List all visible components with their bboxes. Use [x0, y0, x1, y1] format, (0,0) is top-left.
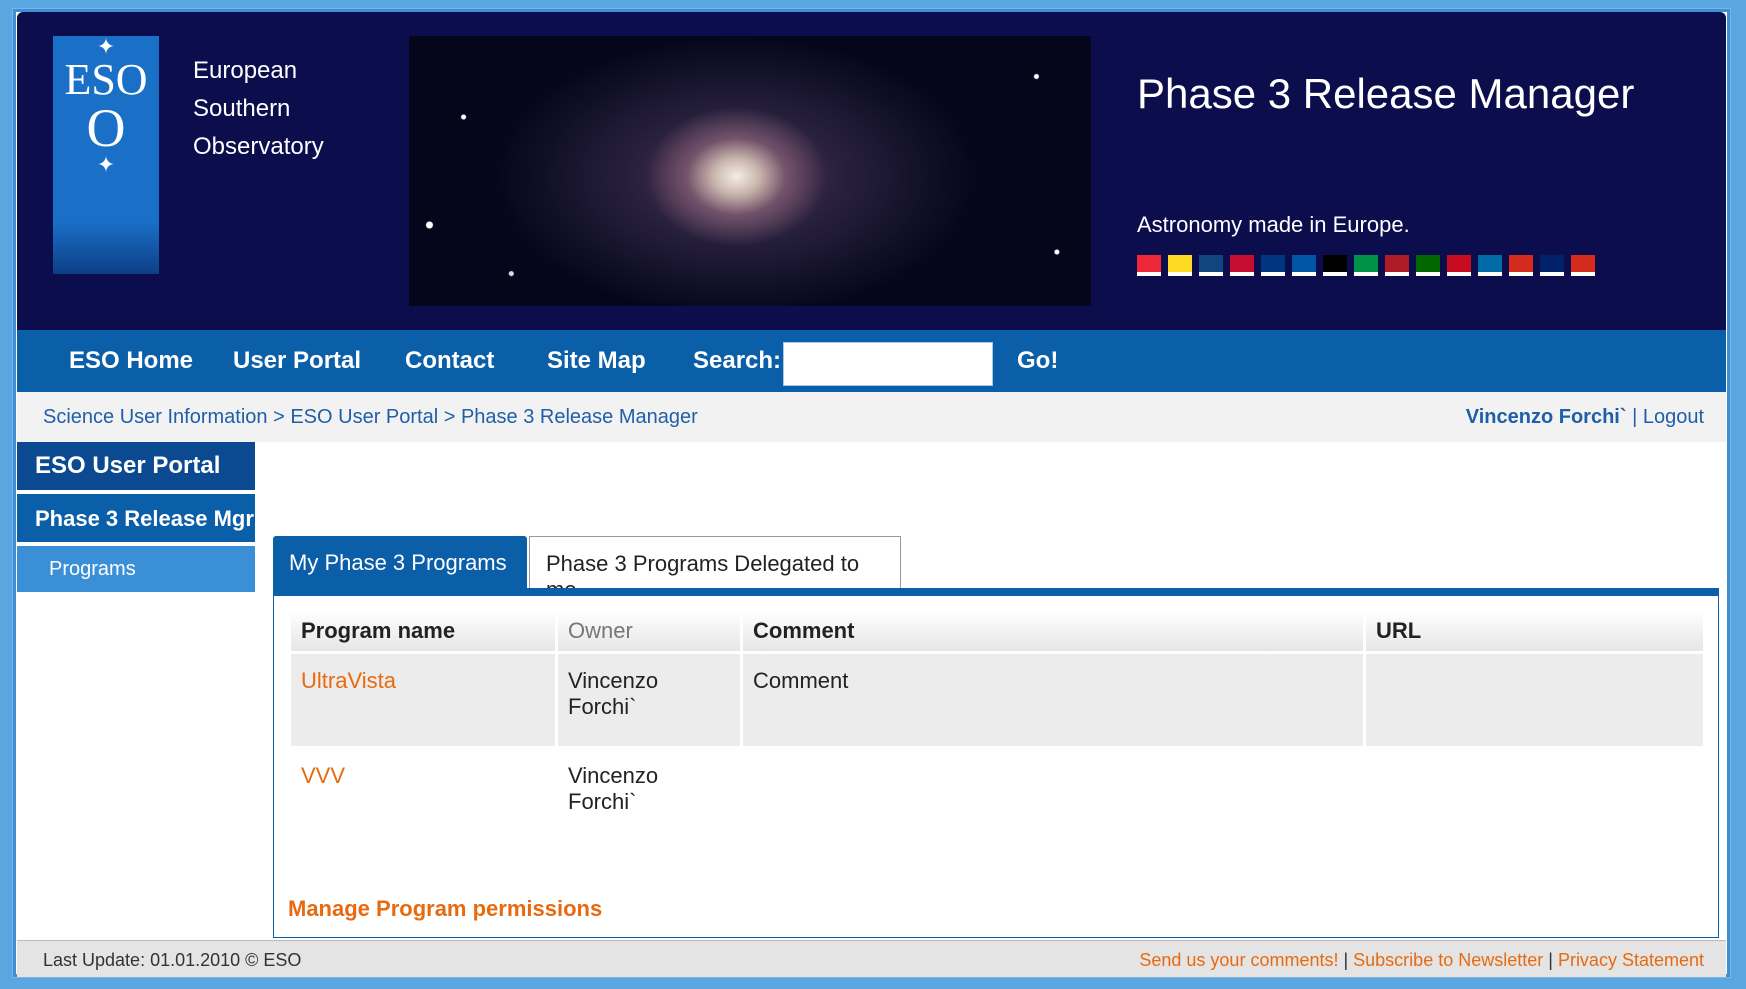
site-header: ✦ ESO O ✦ European Southern Observatory … [17, 12, 1726, 330]
flag-icon [1416, 255, 1440, 276]
program-link[interactable]: UltraVista [301, 668, 396, 693]
column-header-comment[interactable]: Comment [743, 611, 1363, 651]
breadcrumb-sep: > [438, 406, 461, 428]
flag-icon [1168, 255, 1192, 276]
nav-site-map[interactable]: Site Map [547, 347, 646, 375]
owner-cell: Vincenzo Forchi` [558, 749, 740, 841]
top-nav: ESO Home User Portal Contact Site Map Se… [17, 330, 1726, 392]
comment-cell [743, 749, 1363, 841]
user-info: Vincenzo Forchi` | Logout [1466, 406, 1704, 429]
flag-icon [1540, 255, 1564, 276]
owner-first: Vincenzo [568, 763, 659, 788]
footer-sep: | [1543, 950, 1558, 970]
org-line: Observatory [193, 133, 324, 160]
program-name-cell: VVV [291, 749, 555, 841]
flag-icon [1230, 255, 1254, 276]
breadcrumb: Science User Information > ESO User Port… [43, 406, 698, 429]
url-cell [1366, 749, 1703, 841]
org-line: Southern [193, 95, 291, 122]
sidebar-item-eso-user-portal[interactable]: ESO User Portal [17, 442, 255, 492]
logo-o: O [86, 98, 126, 158]
programs-panel: Program name Owner Comment URL UltraVist… [273, 588, 1719, 938]
column-header-owner[interactable]: Owner [558, 611, 740, 651]
member-state-flags [1137, 255, 1595, 283]
org-name: European Southern Observatory [193, 52, 324, 166]
user-name: Vincenzo Forchi` [1465, 406, 1627, 428]
tab-my-programs[interactable]: My Phase 3 Programs [273, 536, 527, 588]
flag-icon [1323, 255, 1347, 276]
flag-icon [1292, 255, 1316, 276]
flag-icon [1199, 255, 1223, 276]
logo-text: ESO [64, 55, 148, 104]
sidebar-item-programs[interactable]: Programs [17, 546, 255, 592]
last-update: Last Update: 01.01.2010 © ESO [43, 950, 302, 970]
breadcrumb-release-manager[interactable]: Phase 3 Release Manager [461, 406, 698, 428]
programs-table: Program name Owner Comment URL UltraVist… [288, 608, 1706, 844]
breadcrumb-user-portal[interactable]: ESO User Portal [290, 406, 438, 428]
flag-icon [1509, 255, 1533, 276]
sidebar-item-release-mgr[interactable]: Phase 3 Release Mgr [17, 494, 255, 544]
table-row: UltraVista Vincenzo Forchi` Comment [291, 654, 1703, 746]
send-comments-link[interactable]: Send us your comments! [1139, 950, 1338, 970]
owner-cell: Vincenzo Forchi` [558, 654, 740, 746]
flag-icon [1447, 255, 1471, 276]
program-link[interactable]: VVV [301, 763, 345, 788]
tab-delegated-programs[interactable]: Phase 3 Programs Delegated to me [529, 536, 901, 602]
logout-link[interactable]: Logout [1643, 406, 1704, 428]
star-icon: ✦ [96, 152, 116, 177]
flag-icon [1354, 255, 1378, 276]
manage-permissions-link[interactable]: Manage Program permissions [288, 896, 602, 922]
nav-eso-home[interactable]: ESO Home [69, 347, 193, 375]
tagline: Astronomy made in Europe. [1137, 212, 1410, 237]
program-name-cell: UltraVista [291, 654, 555, 746]
footer-links: Send us your comments! | Subscribe to Ne… [1139, 950, 1704, 971]
page-footer: Last Update: 01.01.2010 © ESO Send us yo… [17, 940, 1726, 977]
privacy-link[interactable]: Privacy Statement [1558, 950, 1704, 970]
breadcrumb-sep: > [267, 406, 291, 428]
owner-first: Vincenzo [568, 668, 659, 693]
flag-icon [1137, 255, 1161, 276]
url-cell [1366, 654, 1703, 746]
owner-last: Forchi` [568, 694, 637, 719]
footer-sep: | [1338, 950, 1354, 970]
comment-cell: Comment [743, 654, 1363, 746]
nav-contact[interactable]: Contact [405, 347, 494, 375]
breadcrumb-bar: Science User Information > ESO User Port… [17, 392, 1726, 442]
column-header-url[interactable]: URL [1366, 611, 1703, 651]
breadcrumb-science-user-info[interactable]: Science User Information [43, 406, 268, 428]
org-line: European [193, 57, 298, 84]
user-sep: | [1626, 406, 1643, 428]
flag-icon [1385, 255, 1409, 276]
flag-icon [1571, 255, 1595, 276]
newsletter-link[interactable]: Subscribe to Newsletter [1353, 950, 1543, 970]
table-header-row: Program name Owner Comment URL [291, 611, 1703, 651]
owner-last: Forchi` [568, 789, 637, 814]
search-label: Search: [693, 347, 782, 374]
eso-logo[interactable]: ✦ ESO O ✦ [53, 36, 159, 274]
flag-icon [1261, 255, 1285, 276]
nav-user-portal[interactable]: User Portal [233, 347, 361, 375]
flag-icon [1478, 255, 1502, 276]
galaxy-banner-image [409, 36, 1091, 306]
page-frame: ✦ ESO O ✦ European Southern Observatory … [12, 8, 1731, 978]
column-header-program-name[interactable]: Program name [291, 611, 555, 651]
search-go-button[interactable]: Go! [1017, 347, 1058, 375]
app-title: Phase 3 Release Manager [1137, 70, 1635, 117]
table-row: VVV Vincenzo Forchi` [291, 749, 1703, 841]
search-input[interactable] [783, 342, 993, 386]
